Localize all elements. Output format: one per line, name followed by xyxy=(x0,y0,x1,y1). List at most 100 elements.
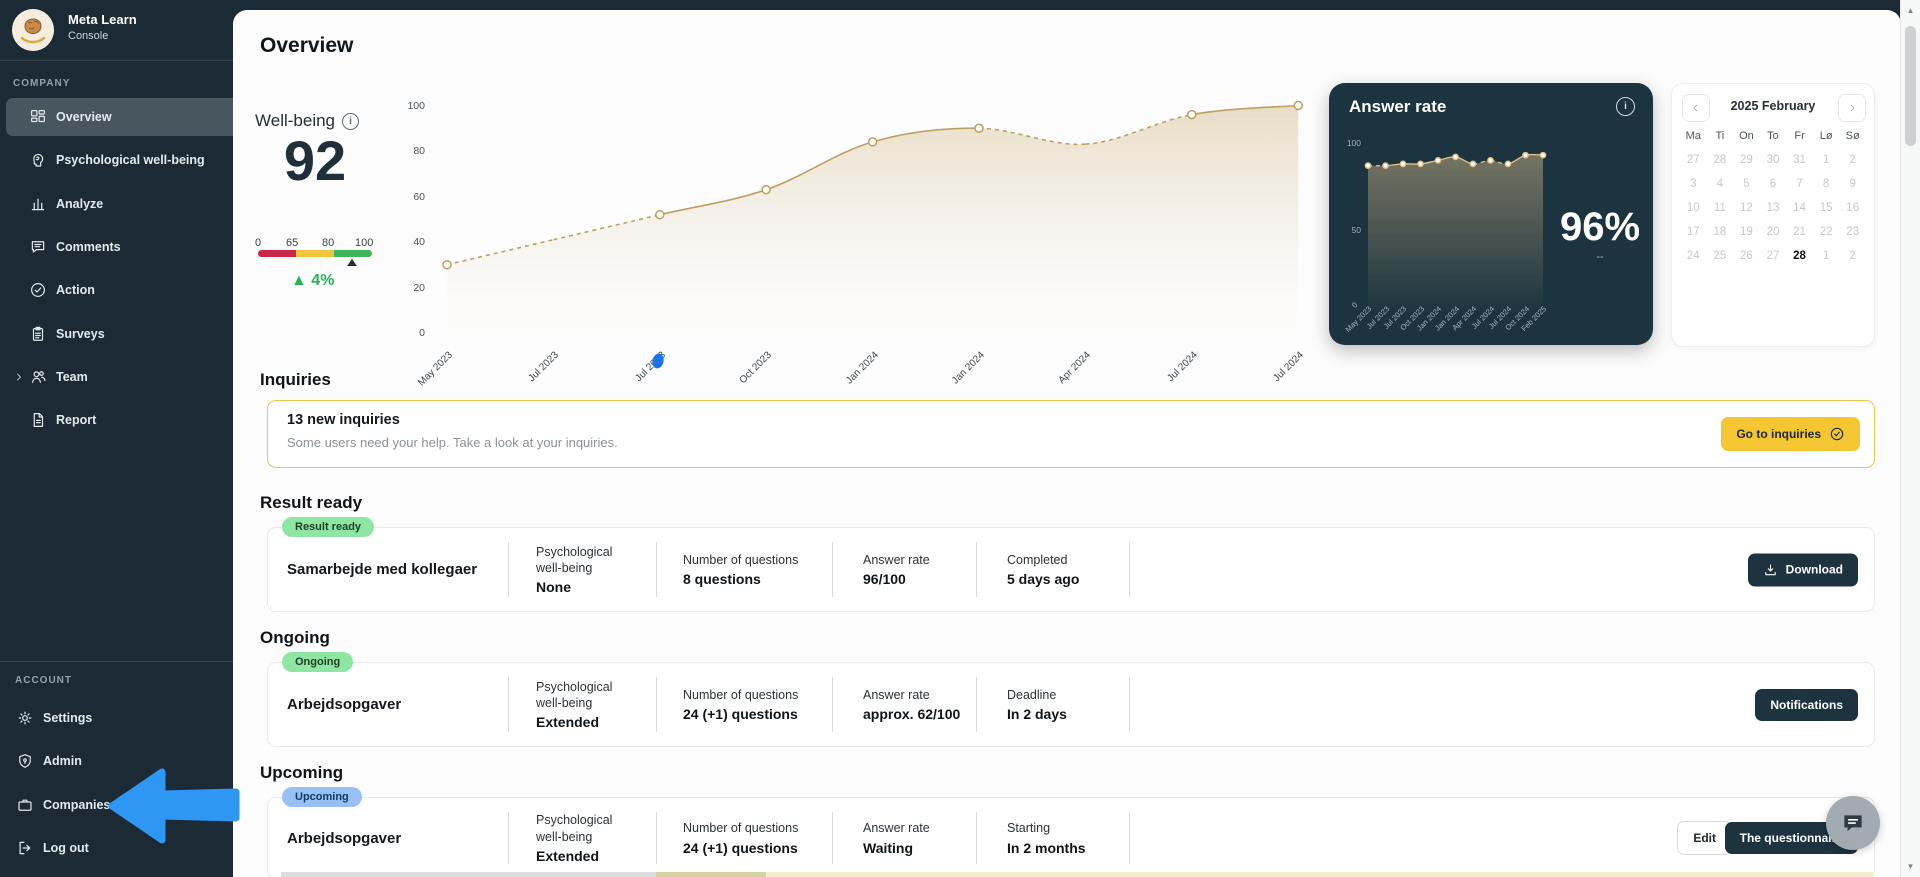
calendar-next-button[interactable] xyxy=(1838,94,1866,122)
column-value: Extended xyxy=(536,714,640,730)
calendar-day[interactable]: 21 xyxy=(1786,226,1813,238)
ongoing-heading: Ongoing xyxy=(260,628,330,648)
sidebar-item-overview[interactable]: Overview xyxy=(6,98,250,136)
calendar-day[interactable]: 16 xyxy=(1839,202,1866,214)
scrollbar[interactable]: ▲ ▼ xyxy=(1900,0,1920,877)
column-psych: Psychological well-being None xyxy=(536,528,640,611)
divider xyxy=(1129,812,1130,864)
calendar-day[interactable]: 27 xyxy=(1680,154,1707,166)
divider xyxy=(656,812,657,864)
calendar-day[interactable]: 1 xyxy=(1813,250,1840,262)
calendar-day[interactable]: 14 xyxy=(1786,202,1813,214)
column-completed: Completed 5 days ago xyxy=(1007,528,1137,611)
calendar-day[interactable]: 24 xyxy=(1680,250,1707,262)
column-value: 96/100 xyxy=(863,571,983,587)
sidebar-item-label: Companies xyxy=(43,798,110,812)
x-axis-label: Jul 2024 xyxy=(1249,350,1306,407)
calendar-day[interactable]: 17 xyxy=(1680,226,1707,238)
divider xyxy=(832,812,833,864)
chat-bubble-icon xyxy=(1840,810,1866,836)
calendar-day[interactable]: 22 xyxy=(1813,226,1840,238)
calendar-weekday: Sø xyxy=(1839,130,1866,142)
sidebar-item-admin[interactable]: Admin xyxy=(6,742,237,780)
head-icon xyxy=(29,151,47,169)
sidebar-item-comments[interactable]: Comments xyxy=(6,228,250,266)
sidebar-item-surveys[interactable]: Surveys xyxy=(6,315,250,353)
sidebar-item-action[interactable]: Action xyxy=(6,271,250,309)
gauge-position-marker xyxy=(347,259,357,266)
gauge-red-segment xyxy=(258,250,296,257)
calendar-day[interactable]: 1 xyxy=(1813,154,1840,166)
calendar-day[interactable]: 3 xyxy=(1680,178,1707,190)
column-label: Psychological well-being xyxy=(536,679,640,712)
calendar-day[interactable]: 20 xyxy=(1760,226,1787,238)
wellbeing-trend-chart xyxy=(430,95,1320,340)
divider xyxy=(976,542,977,597)
calendar-day[interactable]: 18 xyxy=(1707,226,1734,238)
calendar-day[interactable]: 23 xyxy=(1839,226,1866,238)
column-value: None xyxy=(536,579,640,595)
sidebar-item-psychological-well-being[interactable]: Psychological well-being xyxy=(6,141,250,179)
calendar-day[interactable]: 2 xyxy=(1839,154,1866,166)
sidebar-item-report[interactable]: Report xyxy=(6,401,250,439)
scroll-down-icon[interactable]: ▼ xyxy=(1901,862,1920,871)
calendar-day[interactable]: 31 xyxy=(1786,154,1813,166)
column-value: Waiting xyxy=(863,840,983,856)
sidebar-item-team[interactable]: Team xyxy=(6,358,234,396)
calendar-weekday: Lø xyxy=(1813,130,1840,142)
calendar-day[interactable]: 2 xyxy=(1839,250,1866,262)
calendar-day[interactable]: 26 xyxy=(1733,250,1760,262)
info-icon[interactable]: i xyxy=(1616,97,1635,116)
divider xyxy=(1129,677,1130,732)
calendar-day[interactable]: 9 xyxy=(1839,178,1866,190)
app-window: Meta Learn Console COMPANYOverviewPsycho… xyxy=(0,0,1920,877)
column-psych: Psychological well-being Extended xyxy=(536,663,640,746)
calendar-day[interactable]: 25 xyxy=(1707,250,1734,262)
brand-logo-icon xyxy=(12,9,54,51)
scrollbar-thumb[interactable] xyxy=(1905,26,1916,146)
calendar-day[interactable]: 27 xyxy=(1760,250,1787,262)
column-label: Answer rate xyxy=(863,820,983,836)
chat-fab-button[interactable] xyxy=(1826,796,1880,850)
sidebar-item-label: Comments xyxy=(56,240,121,254)
column-value: 24 (+1) questions xyxy=(683,706,833,722)
calendar-day[interactable]: 30 xyxy=(1760,154,1787,166)
main-content: Overview Well-being i 92 0 65 80 100 ▲ 4… xyxy=(233,10,1901,877)
calendar-weekday: Fr xyxy=(1786,130,1813,142)
gear-icon xyxy=(16,709,34,727)
calendar-day[interactable]: 19 xyxy=(1733,226,1760,238)
calendar-day-current[interactable]: 28 xyxy=(1786,250,1813,262)
calendar-day[interactable]: 11 xyxy=(1707,202,1734,214)
calendar-day[interactable]: 28 xyxy=(1707,154,1734,166)
calendar-day[interactable]: 10 xyxy=(1680,202,1707,214)
download-label: Download xyxy=(1786,563,1843,577)
calendar-day[interactable]: 4 xyxy=(1707,178,1734,190)
x-axis-label: Oct 2023 xyxy=(717,350,774,407)
sidebar-item-log-out[interactable]: Log out xyxy=(6,829,237,867)
calendar: 2025 February MaTiOnToFrLøSø272829303112… xyxy=(1671,83,1875,347)
sidebar-item-settings[interactable]: Settings xyxy=(6,699,237,737)
calendar-day[interactable]: 5 xyxy=(1733,178,1760,190)
column-psych: Psychological well-being Extended xyxy=(536,798,640,877)
calendar-day[interactable]: 15 xyxy=(1813,202,1840,214)
go-to-inquiries-button[interactable]: Go to inquiries xyxy=(1721,417,1860,451)
clipboard-icon xyxy=(29,325,47,343)
calendar-day[interactable]: 8 xyxy=(1813,178,1840,190)
wellbeing-gauge xyxy=(258,250,372,257)
calendar-day[interactable]: 13 xyxy=(1760,202,1787,214)
sidebar-item-label: Admin xyxy=(43,754,82,768)
calendar-day[interactable]: 12 xyxy=(1733,202,1760,214)
sidebar-item-analyze[interactable]: Analyze xyxy=(6,185,250,223)
cutoff-content xyxy=(766,872,1873,877)
download-button[interactable]: Download xyxy=(1748,553,1858,586)
x-axis-label: Jul 2023 xyxy=(610,350,667,407)
divider xyxy=(508,677,509,732)
notifications-button[interactable]: Notifications xyxy=(1755,689,1858,721)
calendar-day[interactable]: 7 xyxy=(1786,178,1813,190)
calendar-day[interactable]: 29 xyxy=(1733,154,1760,166)
calendar-day[interactable]: 6 xyxy=(1760,178,1787,190)
info-icon[interactable]: i xyxy=(342,113,359,130)
sidebar-item-label: Psychological well-being xyxy=(56,153,205,167)
scroll-up-icon[interactable]: ▲ xyxy=(1901,6,1920,15)
sidebar-item-companies[interactable]: Companies xyxy=(6,786,237,824)
